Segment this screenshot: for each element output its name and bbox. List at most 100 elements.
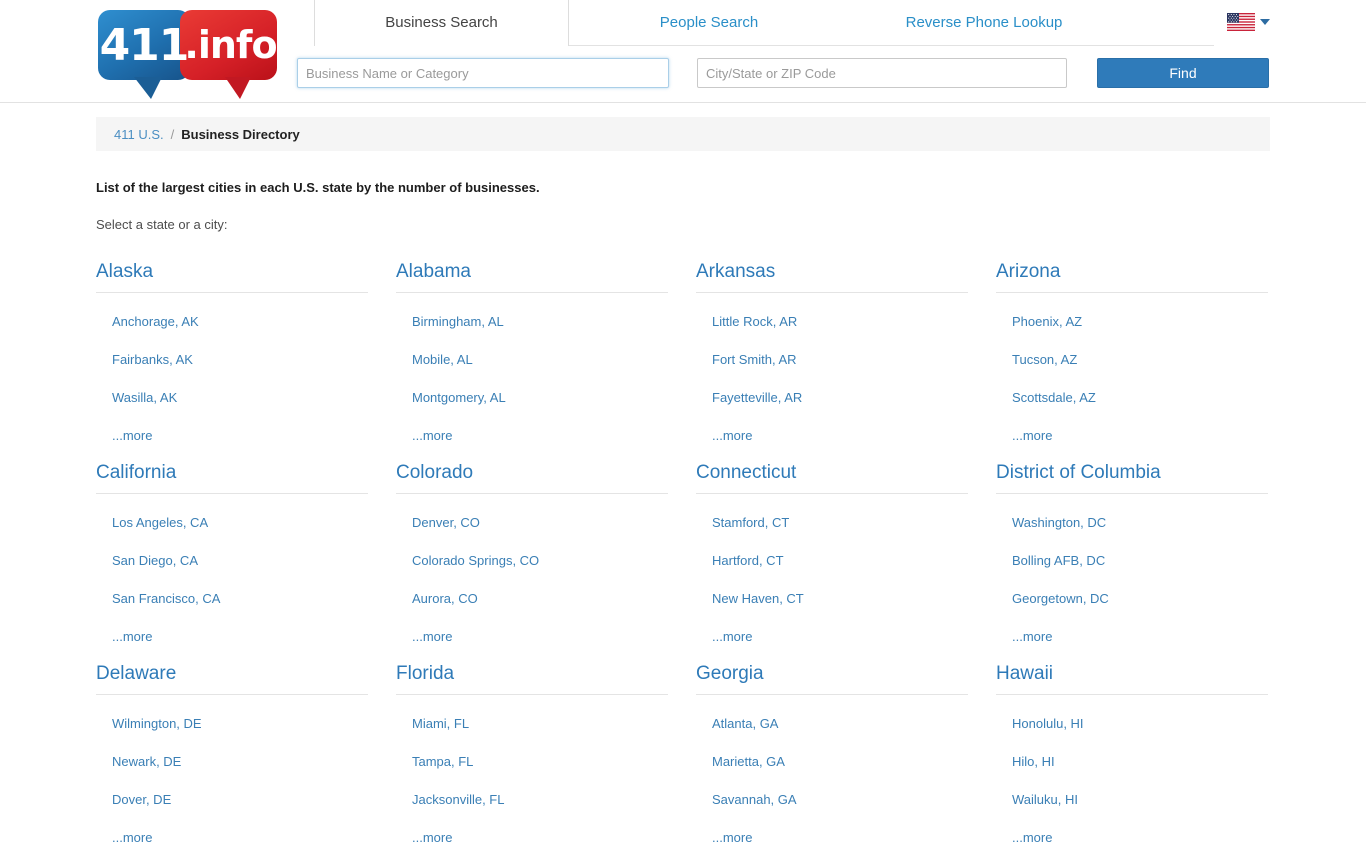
state-link[interactable]: Alabama — [396, 261, 668, 293]
city-link[interactable]: Scottsdale, AZ — [1012, 390, 1096, 405]
state-block: Arkansas Little Rock, AR Fort Smith, AR Fay… — [696, 244, 996, 445]
state-block: Connecticut Stamford, CT Hartford, CT New H… — [696, 445, 996, 646]
city-link[interactable]: Phoenix, AZ — [1012, 314, 1082, 329]
breadcrumb-separator: / — [170, 126, 175, 142]
city-link[interactable]: Newark, DE — [112, 754, 181, 769]
city-link[interactable]: Hilo, HI — [1012, 754, 1055, 769]
state-link[interactable]: Connecticut — [696, 462, 968, 494]
state-link[interactable]: Arizona — [996, 261, 1268, 293]
city-link[interactable]: Birmingham, AL — [412, 314, 504, 329]
city-link[interactable]: Marietta, GA — [712, 754, 785, 769]
list-item: Fayetteville, AR — [696, 389, 996, 407]
more-link[interactable]: ...more — [112, 428, 152, 443]
city-link[interactable]: Aurora, CO — [412, 591, 478, 606]
city-list: Birmingham, AL Mobile, AL Montgomery, AL..… — [396, 313, 696, 445]
state-link[interactable]: Florida — [396, 663, 668, 695]
city-link[interactable]: Wilmington, DE — [112, 716, 202, 731]
state-block: Alabama Birmingham, AL Mobile, AL Montgomer… — [396, 244, 696, 445]
city-list: Los Angeles, CA San Diego, CA San Francisc… — [96, 514, 396, 646]
city-link[interactable]: Washington, DC — [1012, 515, 1106, 530]
city-link[interactable]: Miami, FL — [412, 716, 469, 731]
more-link[interactable]: ...more — [712, 629, 752, 644]
city-link[interactable]: Wasilla, AK — [112, 390, 177, 405]
list-item: Aurora, CO — [396, 590, 696, 608]
more-link[interactable]: ...more — [1012, 428, 1052, 443]
state-link[interactable]: Alaska — [96, 261, 368, 293]
page-subtitle: Select a state or a city: — [96, 217, 228, 232]
city-link[interactable]: Savannah, GA — [712, 792, 797, 807]
state-link[interactable]: Colorado — [396, 462, 668, 494]
tab-reverse-phone-lookup[interactable]: Reverse Phone Lookup — [834, 0, 1134, 46]
city-list: Miami, FL Tampa, FL Jacksonville, FL ...mor… — [396, 715, 696, 847]
state-link[interactable]: Hawaii — [996, 663, 1268, 695]
list-item: Anchorage, AK — [96, 313, 396, 331]
state-link[interactable]: Delaware — [96, 663, 368, 695]
more-link[interactable]: ...more — [112, 830, 152, 845]
more-link[interactable]: ...more — [712, 428, 752, 443]
city-link[interactable]: Stamford, CT — [712, 515, 789, 530]
city-link[interactable]: Mobile, AL — [412, 352, 473, 367]
list-item: San Diego, CA — [96, 552, 396, 570]
city-link[interactable]: Dover, DE — [112, 792, 171, 807]
more-link[interactable]: ...more — [112, 629, 152, 644]
us-flag-icon — [1227, 13, 1255, 31]
city-link[interactable]: Tampa, FL — [412, 754, 473, 769]
city-link[interactable]: Fairbanks, AK — [112, 352, 193, 367]
city-link[interactable]: Atlanta, GA — [712, 716, 778, 731]
city-link[interactable]: Bolling AFB, DC — [1012, 553, 1105, 568]
city-link[interactable]: Anchorage, AK — [112, 314, 199, 329]
list-item: ...more — [696, 427, 996, 445]
city-link[interactable]: Jacksonville, FL — [412, 792, 504, 807]
city-list: Little Rock, AR Fort Smith, AR Fayettevill… — [696, 313, 996, 445]
tab-business-search[interactable]: Business Search — [314, 0, 569, 46]
state-link[interactable]: District of Columbia — [996, 462, 1268, 494]
search-input-business[interactable] — [297, 58, 669, 88]
more-link[interactable]: ...more — [1012, 629, 1052, 644]
list-item: ...more — [96, 628, 396, 646]
city-link[interactable]: San Francisco, CA — [112, 591, 220, 606]
more-link[interactable]: ...more — [712, 830, 752, 845]
list-item: Fort Smith, AR — [696, 351, 996, 369]
state-link[interactable]: Georgia — [696, 663, 968, 695]
find-button[interactable]: Find — [1097, 58, 1269, 88]
city-link[interactable]: New Haven, CT — [712, 591, 804, 606]
city-link[interactable]: Hartford, CT — [712, 553, 784, 568]
list-item: Tampa, FL — [396, 753, 696, 771]
list-item: San Francisco, CA — [96, 590, 396, 608]
city-link[interactable]: Tucson, AZ — [1012, 352, 1077, 367]
tab-people-search[interactable]: People Search — [584, 0, 834, 46]
list-item: Montgomery, AL — [396, 389, 696, 407]
more-link[interactable]: ...more — [1012, 830, 1052, 845]
city-link[interactable]: Little Rock, AR — [712, 314, 797, 329]
list-item: Hartford, CT — [696, 552, 996, 570]
state-block: Georgia Atlanta, GA Marietta, GA Savannah, … — [696, 646, 996, 847]
city-link[interactable]: Fort Smith, AR — [712, 352, 797, 367]
city-link[interactable]: San Diego, CA — [112, 553, 198, 568]
more-link[interactable]: ...more — [412, 830, 452, 845]
breadcrumb-home-link[interactable]: 411 U.S. — [114, 127, 164, 142]
state-grid: Alaska Anchorage, AK Fairbanks, AK Wasilla,… — [96, 244, 1366, 847]
logo-text-411: 411 — [99, 19, 190, 71]
city-link[interactable]: Los Angeles, CA — [112, 515, 208, 530]
locale-selector[interactable] — [1227, 13, 1270, 31]
city-link[interactable]: Wailuku, HI — [1012, 792, 1078, 807]
more-link[interactable]: ...more — [412, 428, 452, 443]
site-header: 411 .info Business Search People Search … — [0, 0, 1366, 103]
state-link[interactable]: Arkansas — [696, 261, 968, 293]
list-item: Honolulu, HI — [996, 715, 1296, 733]
city-link[interactable]: Montgomery, AL — [412, 390, 506, 405]
search-input-location[interactable] — [697, 58, 1067, 88]
more-link[interactable]: ...more — [412, 629, 452, 644]
main-content: List of the largest cities in each U.S. … — [96, 151, 1366, 847]
chevron-down-icon — [1260, 19, 1270, 25]
list-item: Bolling AFB, DC — [996, 552, 1296, 570]
list-item: Mobile, AL — [396, 351, 696, 369]
state-link[interactable]: California — [96, 462, 368, 494]
city-link[interactable]: Georgetown, DC — [1012, 591, 1109, 606]
page-title: List of the largest cities in each U.S. … — [96, 180, 540, 195]
city-link[interactable]: Colorado Springs, CO — [412, 553, 539, 568]
city-link[interactable]: Denver, CO — [412, 515, 480, 530]
city-link[interactable]: Honolulu, HI — [1012, 716, 1084, 731]
list-item: ...more — [696, 829, 996, 847]
city-link[interactable]: Fayetteville, AR — [712, 390, 802, 405]
